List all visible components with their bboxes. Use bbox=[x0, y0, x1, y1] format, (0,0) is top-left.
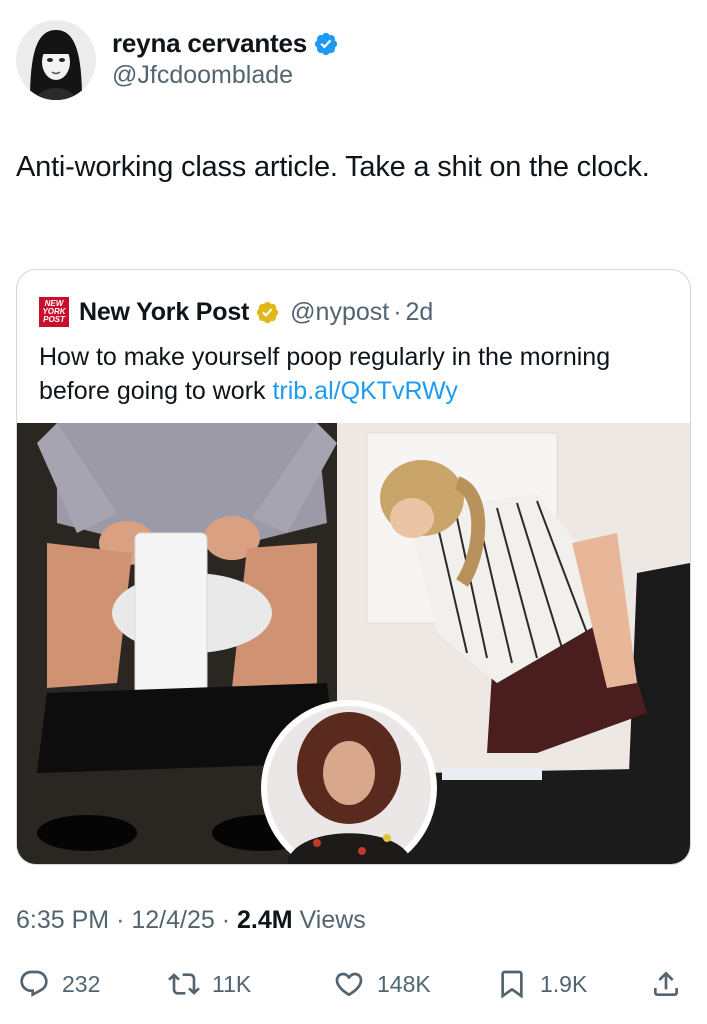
views-count: 2.4M bbox=[237, 906, 293, 934]
repost-count: 11K bbox=[212, 970, 252, 997]
author-handle[interactable]: @Jfcdoomblade bbox=[112, 61, 339, 90]
share-button[interactable] bbox=[650, 962, 682, 1006]
quoted-tweet-link[interactable]: trib.al/QKTvRWy bbox=[272, 377, 457, 405]
like-button[interactable]: 148K bbox=[333, 962, 431, 1006]
tweet-header: reyna cervantes @Jfcdoomblade bbox=[16, 20, 339, 100]
tweet-meta: 6:35 PM · 12/4/25 · 2.4M Views bbox=[16, 906, 366, 935]
share-icon bbox=[654, 971, 678, 996]
bookmark-icon bbox=[501, 970, 523, 999]
reply-count: 232 bbox=[62, 970, 101, 997]
reply-button[interactable]: 232 bbox=[18, 962, 100, 1006]
verified-badge-icon bbox=[314, 32, 338, 55]
quoted-tweet-text: How to make yourself poop regularly in t… bbox=[39, 340, 679, 408]
repost-icon bbox=[168, 973, 200, 995]
reply-icon bbox=[20, 970, 48, 997]
quoted-author-handle[interactable]: @nypost bbox=[290, 298, 389, 327]
separator-dot: · bbox=[221, 906, 231, 934]
tweet-text: Anti-working class article. Take a shit … bbox=[16, 151, 650, 183]
views-label: Views bbox=[299, 906, 366, 934]
quoted-tweet-time[interactable]: 2d bbox=[406, 298, 434, 327]
like-count: 148K bbox=[377, 970, 431, 997]
repost-button[interactable]: 11K bbox=[168, 962, 251, 1006]
quoted-tweet-image[interactable] bbox=[17, 423, 690, 864]
tweet-date[interactable]: 12/4/25 bbox=[131, 906, 214, 934]
avatar[interactable] bbox=[16, 20, 96, 100]
author-names: reyna cervantes @Jfcdoomblade bbox=[112, 28, 339, 90]
author-display-name[interactable]: reyna cervantes bbox=[112, 28, 307, 59]
separator-dot: · bbox=[393, 297, 402, 326]
bookmark-count: 1.9K bbox=[540, 970, 588, 997]
heart-icon bbox=[335, 972, 363, 997]
gold-verified-badge-icon bbox=[256, 301, 279, 323]
quoted-author-name[interactable]: New York Post bbox=[79, 298, 249, 327]
tweet-time[interactable]: 6:35 PM bbox=[16, 906, 109, 934]
action-bar: 232 11K 148K 1.9K bbox=[18, 962, 690, 1006]
bookmark-button[interactable]: 1.9K bbox=[496, 962, 587, 1006]
separator-dot: · bbox=[116, 906, 125, 934]
quoted-tweet-header: NEW YORK POST New York Post @nypost · 2d bbox=[39, 294, 433, 330]
quoted-tweet-card[interactable]: NEW YORK POST New York Post @nypost · 2d H… bbox=[16, 269, 691, 865]
new-york-post-logo-icon: NEW YORK POST bbox=[39, 297, 69, 327]
